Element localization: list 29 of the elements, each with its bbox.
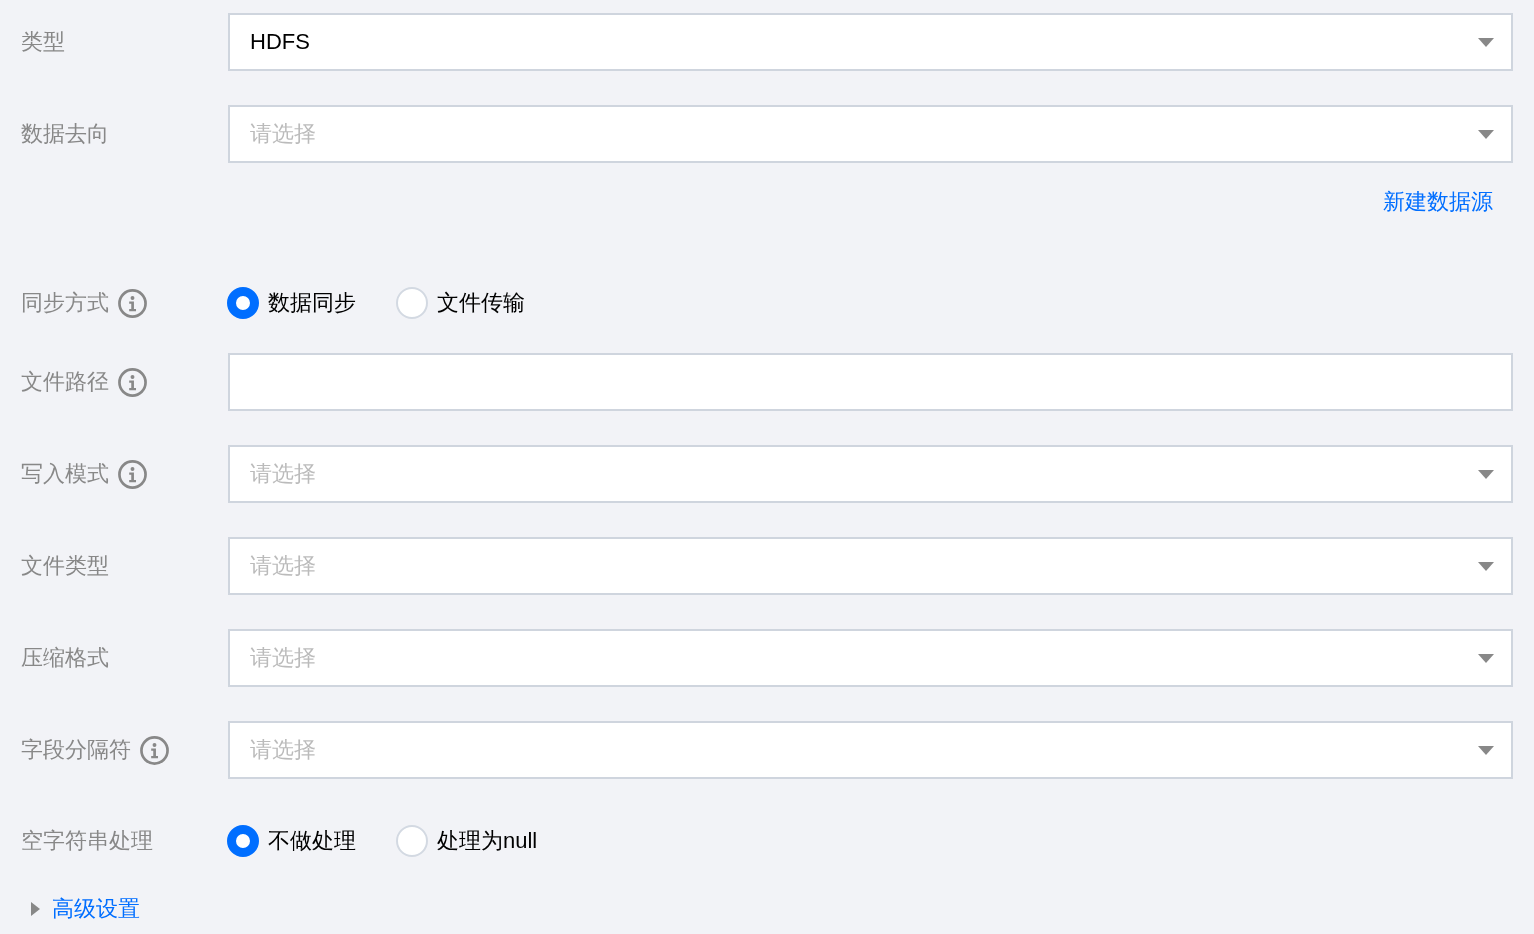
input-field[interactable] [228, 353, 1513, 411]
field-label: 文件类型 [21, 552, 109, 580]
radio-option[interactable]: 不做处理 [227, 825, 356, 857]
field-label: 字段分隔符 [21, 736, 131, 764]
info-icon[interactable] [118, 288, 147, 318]
field-label: 同步方式 [21, 289, 109, 317]
info-icon[interactable] [140, 735, 169, 765]
radio-icon[interactable] [227, 825, 259, 857]
field-label: 文件路径 [21, 368, 109, 396]
caret-down-icon [1478, 129, 1494, 139]
field-label: 写入模式 [21, 460, 109, 488]
new-data-source-link[interactable]: 新建数据源 [1383, 187, 1493, 217]
field-label: 压缩格式 [21, 644, 109, 672]
radio-icon[interactable] [227, 287, 259, 319]
caret-down-icon [1478, 469, 1494, 479]
info-icon[interactable] [118, 459, 147, 489]
advanced-settings-toggle[interactable]: 高级设置 [31, 894, 140, 924]
caret-down-icon [1478, 653, 1494, 663]
caret-down-icon [1478, 745, 1494, 755]
caret-down-icon [1478, 561, 1494, 571]
field-label: 空字符串处理 [21, 827, 153, 855]
info-icon[interactable] [118, 367, 147, 397]
radio-option[interactable]: 文件传输 [396, 287, 525, 319]
caret-down-icon [1478, 37, 1494, 47]
field-label: 类型 [21, 28, 65, 56]
radio-option[interactable]: 数据同步 [227, 287, 356, 319]
field-label: 数据去向 [21, 120, 109, 148]
select-field[interactable]: HDFS [228, 13, 1513, 71]
radio-option[interactable]: 处理为null [396, 825, 538, 857]
